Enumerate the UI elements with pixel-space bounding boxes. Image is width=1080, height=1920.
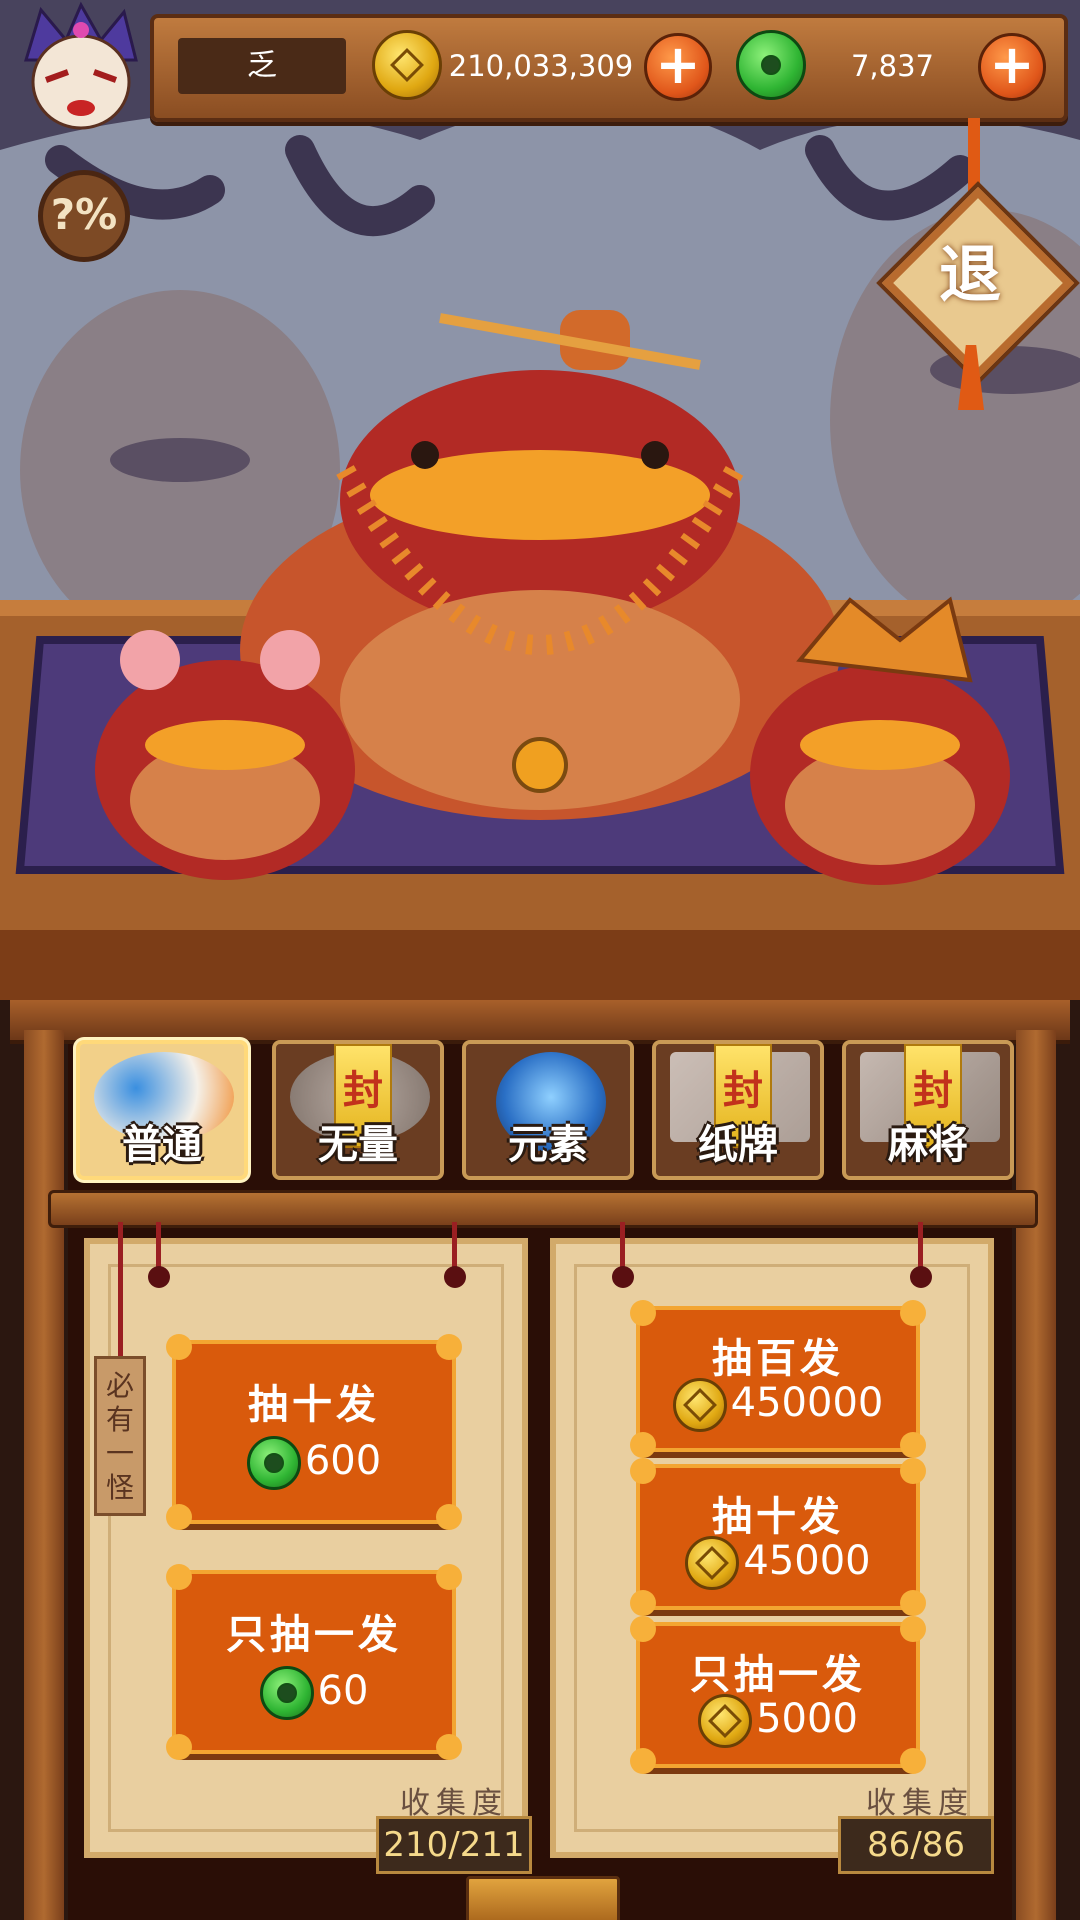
tab-mahjong[interactable]: 封 麻将 xyxy=(842,1040,1014,1180)
button-corner-ornament xyxy=(900,1590,926,1616)
gold-draw-ten-button[interactable]: 抽十发 45000 xyxy=(630,1458,926,1616)
tab-element-label: 元素 xyxy=(508,1122,588,1168)
button-corner-ornament xyxy=(436,1504,462,1530)
button-corner-ornament xyxy=(166,1734,192,1760)
hanging-string xyxy=(452,1222,457,1272)
tab-rail xyxy=(48,1190,1038,1228)
button-corner-ornament xyxy=(900,1432,926,1458)
button-corner-ornament xyxy=(630,1458,656,1484)
jade-draw-one-button[interactable]: 只抽一发 60 xyxy=(166,1564,462,1760)
button-corner-ornament xyxy=(900,1458,926,1484)
cabinet-left-post xyxy=(24,1030,64,1920)
tab-cards[interactable]: 封 纸牌 xyxy=(652,1040,824,1180)
button-corner-ornament xyxy=(630,1590,656,1616)
button-corner-ornament xyxy=(166,1334,192,1360)
gold-coin-icon xyxy=(698,1694,753,1748)
button-corner-ornament xyxy=(900,1300,926,1326)
hanging-knot xyxy=(910,1266,932,1288)
tab-normal[interactable]: 普通 xyxy=(76,1040,248,1180)
hanging-knot xyxy=(148,1266,170,1288)
button-corner-ornament xyxy=(630,1432,656,1458)
gacha-screen: 乏 210,033,309 + 7,837 + ?% 退 普通 封 无量 元素 … xyxy=(0,0,1080,1920)
guarantee-tag: 必有一怪 xyxy=(94,1356,146,1516)
button-corner-ornament xyxy=(630,1300,656,1326)
tab-element[interactable]: 元素 xyxy=(462,1040,634,1180)
exit-button[interactable]: 退 xyxy=(902,207,1038,343)
hanging-string xyxy=(620,1222,625,1272)
jade-icon xyxy=(736,30,806,100)
collection-progress: 86/86 xyxy=(838,1816,994,1874)
jade-draw-panel xyxy=(84,1238,528,1858)
hanging-knot xyxy=(612,1266,634,1288)
draw-price: 450000 xyxy=(730,1380,884,1426)
jade-amount: 7,837 xyxy=(850,49,935,83)
draw-price: 45000 xyxy=(743,1538,871,1584)
draw-title: 抽百发 xyxy=(712,1336,844,1382)
add-gold-button[interactable]: + xyxy=(644,33,712,101)
jade-icon xyxy=(246,1436,301,1490)
gold-coin-icon xyxy=(372,30,442,100)
hanging-knot xyxy=(444,1266,466,1288)
gold-coin-icon xyxy=(685,1536,740,1590)
button-corner-ornament xyxy=(436,1564,462,1590)
jade-icon xyxy=(259,1666,314,1720)
tab-normal-label: 普通 xyxy=(122,1122,202,1168)
collection-progress: 210/211 xyxy=(376,1816,532,1874)
button-corner-ornament xyxy=(436,1734,462,1760)
probability-help-button[interactable]: ?% xyxy=(38,170,130,262)
gold-coin-icon xyxy=(672,1378,727,1432)
gold-amount: 210,033,309 xyxy=(448,49,634,83)
button-corner-ornament xyxy=(900,1616,926,1642)
cabinet-right-post xyxy=(1016,1030,1056,1920)
hanging-string xyxy=(918,1222,923,1272)
draw-price: 5000 xyxy=(756,1696,858,1742)
add-jade-button[interactable]: + xyxy=(978,33,1046,101)
draw-price: 600 xyxy=(304,1438,382,1484)
cabinet-top-beam xyxy=(10,1000,1070,1044)
tab-mahjong-label: 麻将 xyxy=(888,1122,968,1168)
button-corner-ornament xyxy=(166,1504,192,1530)
draw-title: 只抽一发 xyxy=(226,1612,402,1658)
tab-wuliang[interactable]: 封 无量 xyxy=(272,1040,444,1180)
tab-cards-label: 纸牌 xyxy=(698,1122,778,1168)
player-name: 乏 xyxy=(178,38,346,94)
background-scene xyxy=(0,0,1080,1000)
draw-title: 抽十发 xyxy=(712,1494,844,1540)
hanging-string xyxy=(156,1222,161,1272)
gold-draw-hundred-button[interactable]: 抽百发 450000 xyxy=(630,1300,926,1458)
jade-draw-ten-button[interactable]: 抽十发 600 xyxy=(166,1334,462,1530)
button-corner-ornament xyxy=(166,1564,192,1590)
draw-title: 抽十发 xyxy=(248,1382,380,1428)
draw-title: 只抽一发 xyxy=(690,1652,866,1698)
gold-draw-one-button[interactable]: 只抽一发 5000 xyxy=(630,1616,926,1774)
draw-price: 60 xyxy=(317,1668,369,1714)
cabinet-bottom-clasp xyxy=(466,1876,620,1920)
button-corner-ornament xyxy=(630,1616,656,1642)
tag-string xyxy=(118,1222,123,1362)
tab-wuliang-label: 无量 xyxy=(318,1122,398,1168)
player-avatar[interactable] xyxy=(6,0,156,140)
button-corner-ornament xyxy=(436,1334,462,1360)
button-corner-ornament xyxy=(900,1748,926,1774)
button-corner-ornament xyxy=(630,1748,656,1774)
